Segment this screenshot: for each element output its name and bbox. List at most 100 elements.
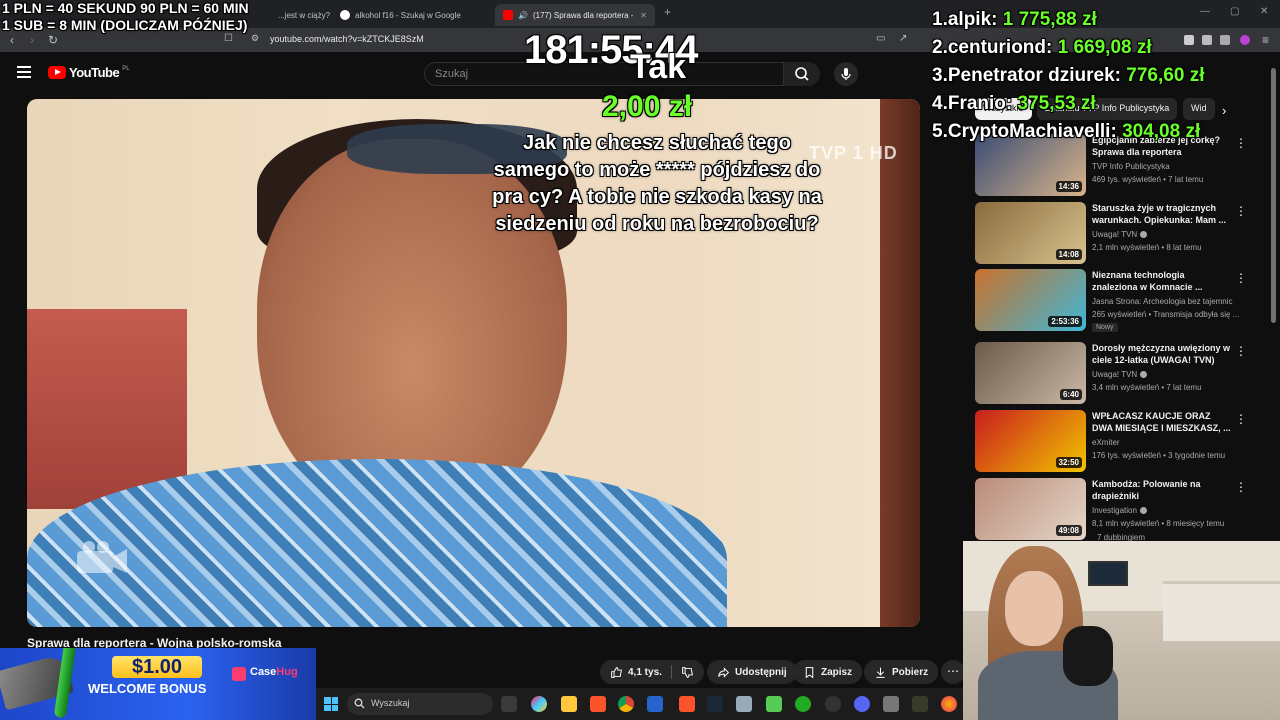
app-icon[interactable] bbox=[766, 696, 782, 712]
more-options-icon[interactable]: ⋮ bbox=[1235, 344, 1247, 358]
brand-part: Case bbox=[250, 666, 277, 678]
forward-icon[interactable]: › bbox=[30, 33, 34, 47]
cast-icon[interactable]: ▭ bbox=[876, 33, 885, 44]
channel-name[interactable]: TVP Info Publicystyka bbox=[1092, 162, 1170, 171]
recommended-video[interactable]: 14:36 Egipcjanin zabierze jej córkę? Spra… bbox=[975, 134, 1265, 196]
more-options-icon[interactable]: ⋮ bbox=[1235, 204, 1247, 218]
chrome-icon[interactable] bbox=[618, 696, 634, 712]
channel-name[interactable]: Investigation bbox=[1092, 506, 1147, 515]
new-tab-button[interactable]: + bbox=[664, 5, 671, 19]
recommended-video[interactable]: 2:53:36 Nieznana technologia znaleziona w… bbox=[975, 269, 1265, 332]
channel-name[interactable]: Uwaga! TVN bbox=[1092, 230, 1148, 239]
donor-name: Franio: bbox=[947, 93, 1013, 114]
chip-more[interactable]: Wid bbox=[1183, 98, 1215, 120]
search-icon bbox=[795, 67, 809, 81]
more-actions-button[interactable]: ⋯ bbox=[941, 660, 965, 684]
video-thumbnail[interactable]: 49:08 bbox=[975, 478, 1086, 540]
verified-icon bbox=[1139, 507, 1147, 515]
xbox-icon[interactable] bbox=[795, 696, 811, 712]
rank: 4. bbox=[932, 93, 948, 114]
youtube-logo[interactable]: YouTube PL bbox=[48, 65, 130, 80]
chevron-right-icon[interactable]: › bbox=[1222, 103, 1226, 118]
more-options-icon[interactable]: ⋮ bbox=[1235, 480, 1247, 494]
channel-name[interactable]: Uwaga! TVN bbox=[1092, 370, 1148, 379]
recommended-video[interactable]: 32:50 WPŁACASZ KAUCJE ORAZ DWA MIESIĄCE I… bbox=[975, 410, 1265, 472]
menu-icon[interactable]: ≡ bbox=[1262, 33, 1269, 47]
channel-label: Jasna Strona: Archeologia bez tajemnic bbox=[1092, 297, 1233, 306]
channel-name[interactable]: eXmiter bbox=[1092, 438, 1120, 447]
video-title[interactable]: Dorosły mężczyzna uwięziony w ciele 12-l… bbox=[1092, 342, 1232, 366]
brave-icon[interactable] bbox=[590, 696, 606, 712]
close-window-icon[interactable]: ✕ bbox=[1260, 6, 1268, 17]
microphone-icon bbox=[841, 68, 851, 80]
recommended-video[interactable]: 6:40 Dorosły mężczyzna uwięziony w ciele … bbox=[975, 342, 1265, 404]
donor-name: CryptoMachiavelli: bbox=[947, 121, 1117, 142]
search-button[interactable] bbox=[784, 62, 820, 86]
store-icon[interactable] bbox=[647, 696, 663, 712]
url-field[interactable]: youtube.com/watch?v=kZTCKJE8SzM bbox=[270, 34, 424, 44]
video-thumbnail[interactable]: 14:08 bbox=[975, 202, 1086, 264]
firefox-icon[interactable] bbox=[941, 696, 957, 712]
recommended-video[interactable]: 14:08 Staruszka żyje w tragicznych warunk… bbox=[975, 202, 1265, 264]
tab-pregnancy[interactable]: ...jest w ciąży? bbox=[270, 4, 330, 26]
video-title[interactable]: WPŁACASZ KAUCJE ORAZ DWA MIESIĄCE I MIES… bbox=[1092, 410, 1232, 434]
close-tab-icon[interactable]: ✕ bbox=[640, 11, 647, 20]
extension-icon[interactable] bbox=[1220, 35, 1230, 45]
share-button[interactable]: Udostępnij bbox=[707, 660, 797, 684]
more-options-icon[interactable]: ⋮ bbox=[1235, 271, 1247, 285]
maximize-icon[interactable]: ▢ bbox=[1230, 6, 1239, 17]
recommended-video[interactable]: 49:08 Kambodża: Polowanie na drapieżniki I… bbox=[975, 478, 1265, 540]
video-title[interactable]: Staruszka żyje w tragicznych warunkach. … bbox=[1092, 202, 1232, 226]
youtube-tab-icon bbox=[503, 10, 513, 20]
extension-icon[interactable] bbox=[1202, 35, 1212, 45]
file-explorer-icon[interactable] bbox=[561, 696, 577, 712]
microphone bbox=[1063, 626, 1113, 686]
more-options-icon[interactable]: ⋮ bbox=[1235, 412, 1247, 426]
more-options-icon[interactable]: ⋮ bbox=[1235, 136, 1247, 150]
profile-icon[interactable] bbox=[1240, 35, 1250, 45]
video-thumbnail[interactable]: 6:40 bbox=[975, 342, 1086, 404]
taskbar-search[interactable]: Wyszukaj bbox=[347, 693, 493, 715]
channel-label: eXmiter bbox=[1092, 438, 1120, 447]
download-button[interactable]: Pobierz bbox=[864, 660, 939, 684]
minimize-icon[interactable]: — bbox=[1200, 6, 1210, 17]
video-meta: 176 tys. wyświetleń • 3 tygodnie temu bbox=[1092, 451, 1226, 460]
verified-icon bbox=[1140, 371, 1148, 379]
channel-name[interactable]: Jasna Strona: Archeologia bez tajemnic bbox=[1092, 297, 1233, 306]
discord-icon[interactable] bbox=[854, 696, 870, 712]
casehug-ad-banner[interactable]: $1.00 WELCOME BONUS CaseHug bbox=[0, 648, 316, 720]
like-dislike-bar[interactable]: 4,1 tys. bbox=[600, 660, 704, 684]
brave-icon[interactable] bbox=[679, 696, 695, 712]
app-icon[interactable] bbox=[912, 696, 928, 712]
task-view-icon[interactable] bbox=[501, 696, 517, 712]
hamburger-menu-icon[interactable] bbox=[17, 66, 31, 78]
video-thumbnail[interactable]: 2:53:36 bbox=[975, 269, 1086, 331]
save-button[interactable]: Zapisz bbox=[793, 660, 863, 684]
bookmark-icon bbox=[805, 666, 814, 678]
back-icon[interactable]: ‹ bbox=[10, 33, 14, 47]
steam-icon[interactable] bbox=[707, 696, 723, 712]
scrollbar[interactable] bbox=[1271, 68, 1276, 323]
donor-name: centuriond: bbox=[947, 37, 1053, 58]
video-thumbnail[interactable]: 14:36 bbox=[975, 134, 1086, 196]
reload-icon[interactable]: ↻ bbox=[48, 33, 58, 47]
voice-search-button[interactable] bbox=[834, 62, 858, 86]
channel-label: Investigation bbox=[1092, 506, 1137, 515]
notepad-icon[interactable] bbox=[736, 696, 752, 712]
bookmark-icon[interactable]: ☐ bbox=[224, 33, 233, 44]
share-icon[interactable]: ↗ bbox=[899, 33, 907, 44]
windows-start-icon[interactable] bbox=[324, 697, 338, 711]
video-title[interactable]: Kambodża: Polowanie na drapieżniki bbox=[1092, 478, 1232, 502]
tab-google-search[interactable]: alkohol f16 - Szukaj w Google bbox=[332, 4, 492, 26]
donor-amount: 1 775,88 zł bbox=[1002, 9, 1097, 30]
tab-youtube-video[interactable]: 🔊 (177) Sprawa dla reportera - ✕ bbox=[495, 4, 655, 26]
video-thumbnail[interactable]: 32:50 bbox=[975, 410, 1086, 472]
video-meta: 469 tys. wyświetleń • 7 lat temu bbox=[1092, 175, 1204, 184]
video-title[interactable]: Nieznana technologia znaleziona w Komnac… bbox=[1092, 269, 1232, 293]
obs-icon[interactable] bbox=[825, 696, 841, 712]
copilot-icon[interactable] bbox=[531, 696, 547, 712]
extension-icon[interactable] bbox=[1184, 35, 1194, 45]
settings-icon[interactable] bbox=[883, 696, 899, 712]
site-info-icon[interactable]: ⚙ bbox=[251, 33, 259, 44]
duration-badge: 2:53:36 bbox=[1048, 316, 1082, 327]
